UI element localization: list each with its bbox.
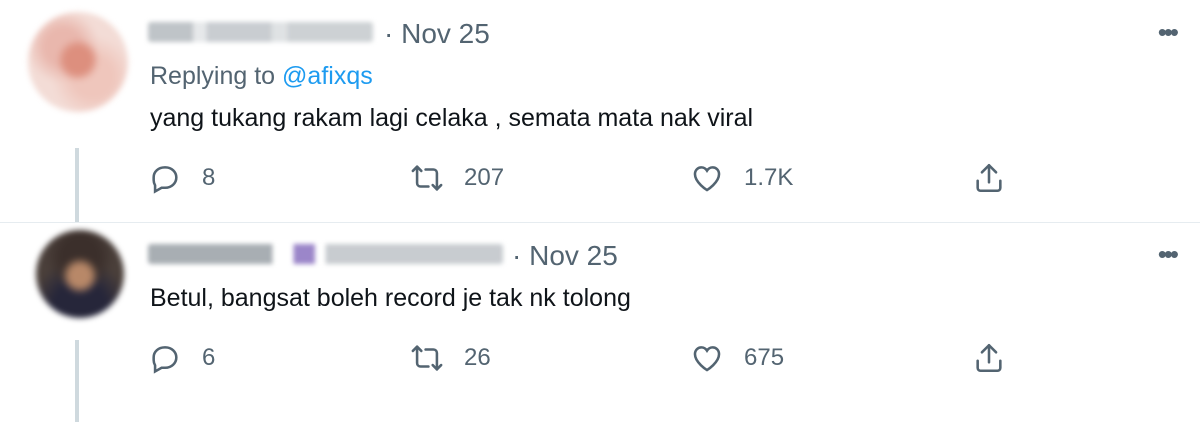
replying-to: Replying to @afixqs	[150, 62, 373, 91]
like-button[interactable]: 1.7K	[690, 158, 793, 198]
more-icon[interactable]: •••	[1158, 19, 1179, 45]
share-button[interactable]	[972, 158, 1006, 198]
replying-prefix: Replying to	[150, 62, 276, 90]
replying-handle-link[interactable]: @afixqs	[282, 62, 373, 90]
retweet-icon	[411, 165, 443, 191]
tweet-text: Betul, bangsat boleh record je tak nk to…	[150, 284, 631, 312]
more-icon[interactable]: •••	[1158, 241, 1179, 267]
reply-icon	[152, 166, 178, 194]
tweet-text: yang tukang rakam lagi celaka , semata m…	[150, 104, 754, 132]
share-icon	[976, 343, 1002, 373]
avatar[interactable]	[36, 230, 124, 318]
tweet[interactable]: · Nov 25 ••• Replying to @afixqs yang tu…	[0, 0, 1200, 223]
heart-icon	[693, 166, 721, 192]
reply-button[interactable]: 6	[148, 338, 215, 378]
retweet-count: 207	[464, 164, 505, 191]
heart-icon	[693, 346, 721, 372]
share-icon	[976, 163, 1002, 193]
tweet-actions: 6 26 675	[0, 338, 1200, 378]
avatar[interactable]	[28, 12, 128, 112]
retweet-button[interactable]: 207	[410, 158, 504, 198]
blurred-display-name	[148, 22, 373, 42]
like-count: 675	[744, 344, 785, 371]
reply-button[interactable]: 8	[148, 158, 215, 198]
tweet-date[interactable]: · Nov 25	[384, 18, 490, 50]
reply-count: 6	[202, 344, 216, 371]
like-button[interactable]: 675	[690, 338, 784, 378]
tweet-actions: 8 207 1.7K	[0, 158, 1200, 198]
share-button[interactable]	[972, 338, 1006, 378]
reply-icon	[152, 346, 178, 374]
blurred-display-name	[148, 244, 503, 264]
retweet-button[interactable]: 26	[410, 338, 491, 378]
retweet-icon	[411, 345, 443, 371]
tweet[interactable]: · Nov 25 ••• Betul, bangsat boleh record…	[0, 222, 1200, 422]
reply-count: 8	[202, 164, 216, 191]
retweet-count: 26	[464, 344, 491, 371]
like-count: 1.7K	[744, 164, 794, 191]
tweet-date[interactable]: · Nov 25	[512, 240, 618, 272]
